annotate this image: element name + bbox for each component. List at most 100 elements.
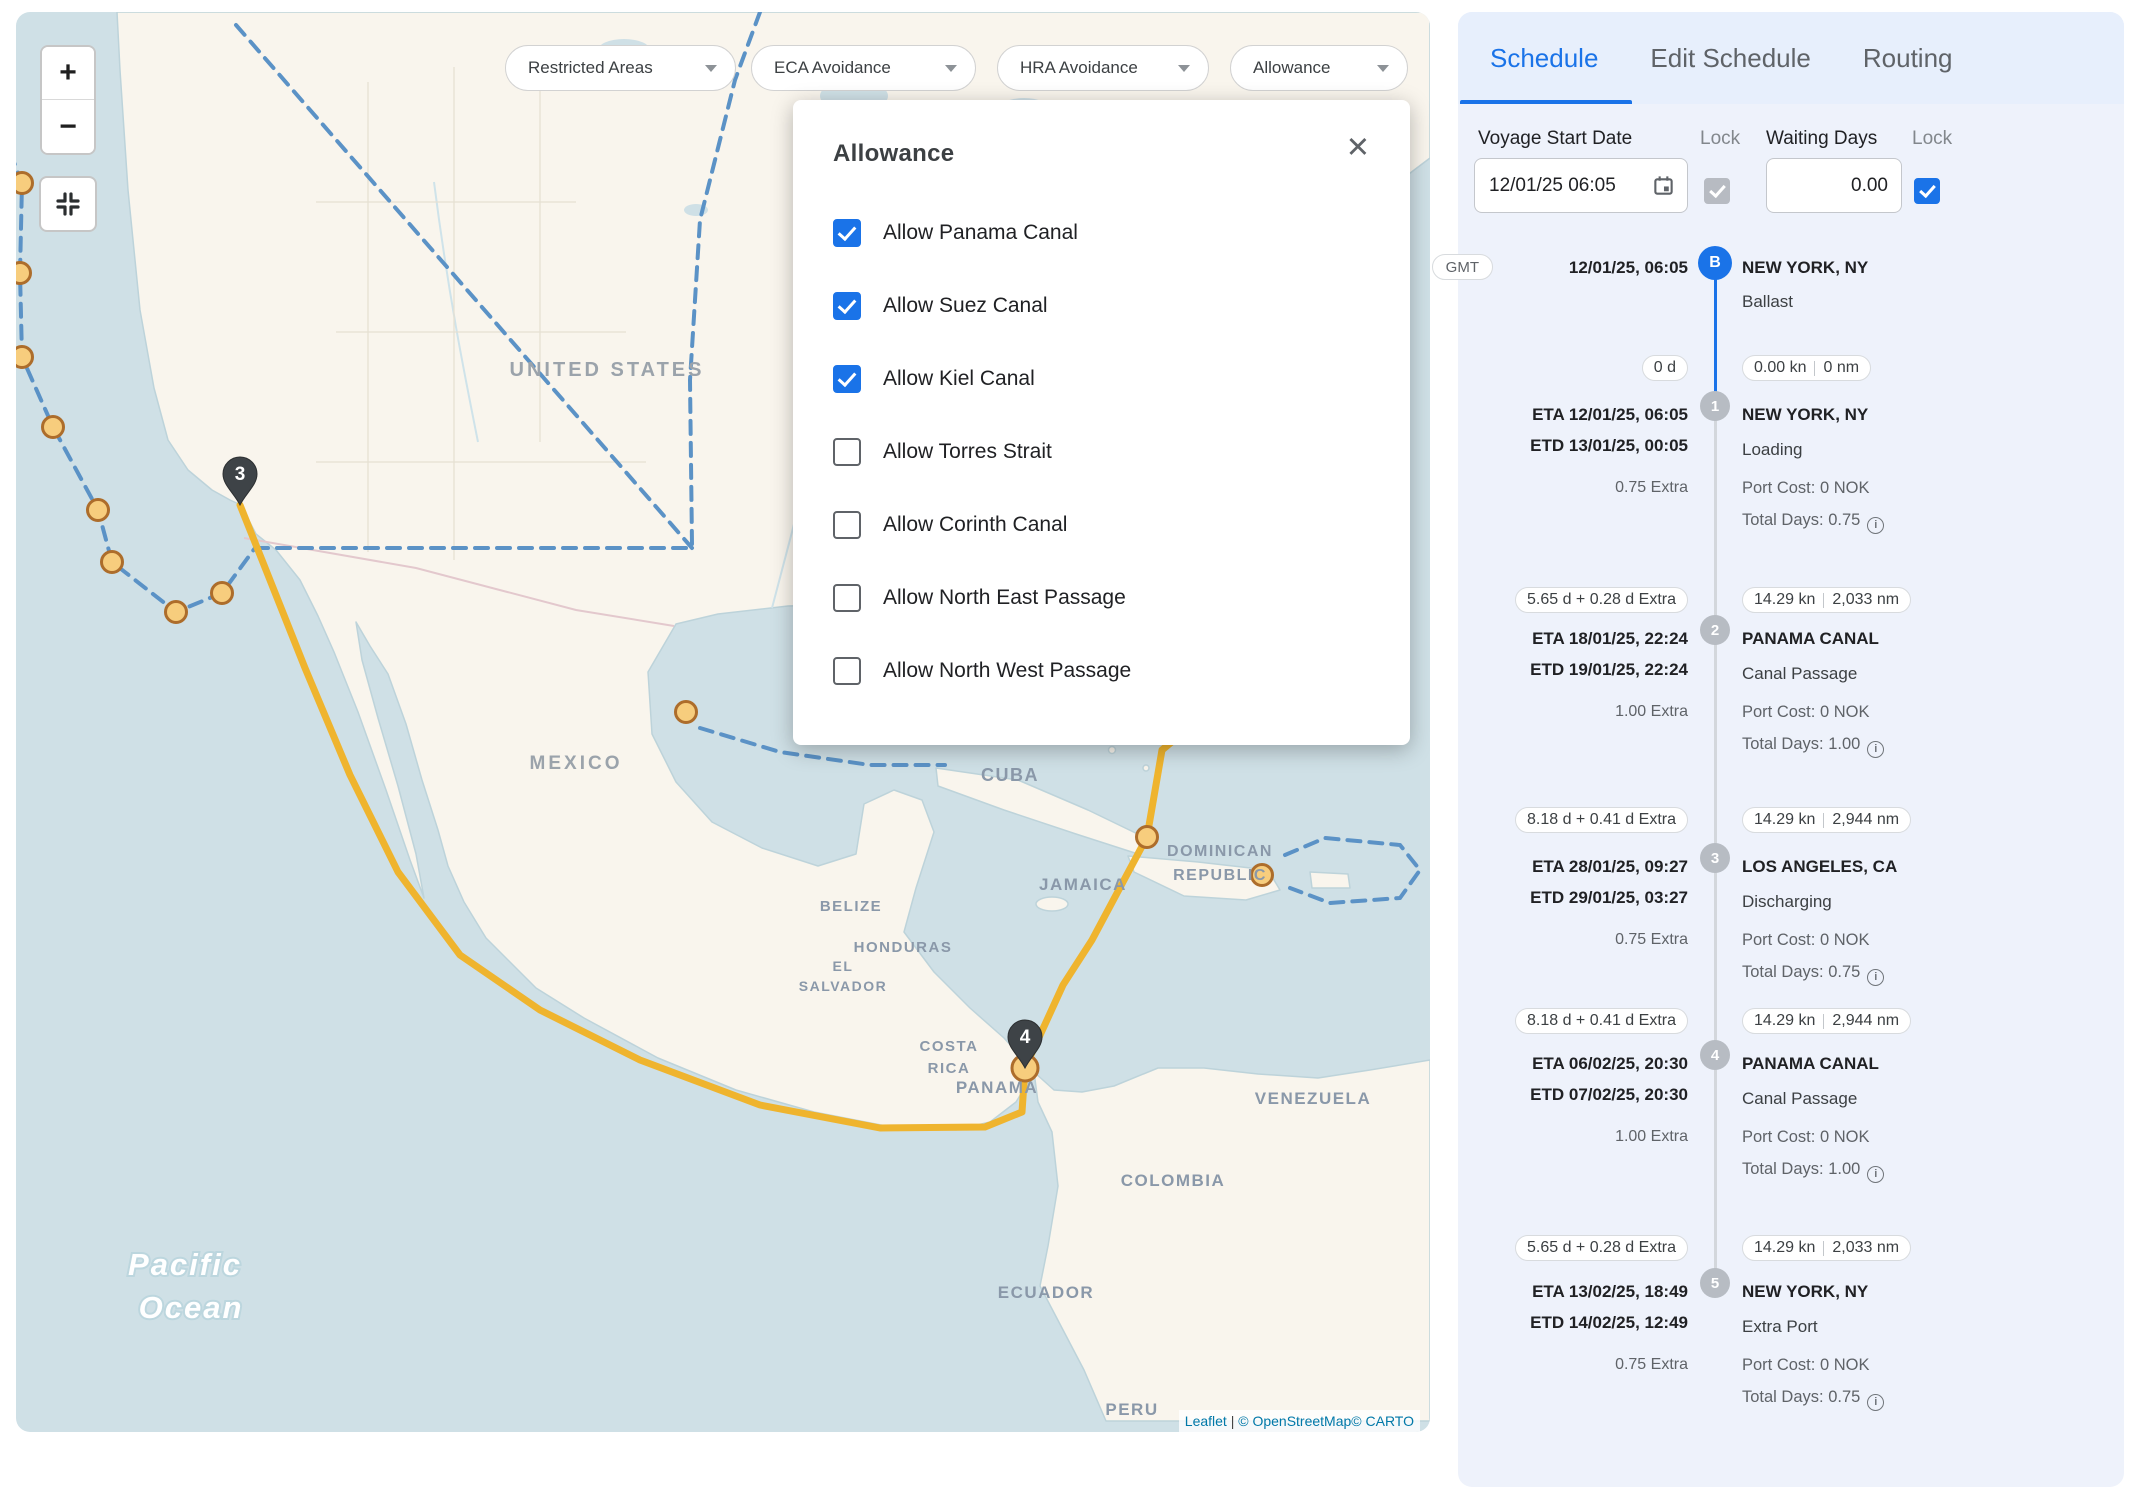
stop-eta: ETA 18/01/25, 22:24 xyxy=(1474,628,1688,650)
svg-text:Pacific: Pacific xyxy=(128,1247,242,1282)
leg-distance: 0 nm xyxy=(1823,359,1859,377)
badge-divider xyxy=(1823,593,1824,608)
timeline-marker[interactable]: 4 xyxy=(1700,1040,1730,1070)
zoom-in-button[interactable]: + xyxy=(42,47,94,100)
timeline-marker[interactable]: 2 xyxy=(1700,615,1730,645)
leaflet-link[interactable]: Leaflet xyxy=(1185,1413,1227,1429)
voyage-start-date-value: 12/01/25 06:05 xyxy=(1489,175,1616,197)
stop-eta: ETA 13/02/25, 18:49 xyxy=(1474,1281,1688,1303)
checkbox-label: Allow Panama Canal xyxy=(883,221,1078,245)
leg-duration-badge: 5.65 d + 0.28 d Extra xyxy=(1515,587,1688,613)
info-icon[interactable]: i xyxy=(1867,741,1884,758)
timeline-marker[interactable]: 1 xyxy=(1700,391,1730,421)
svg-text:HONDURAS: HONDURAS xyxy=(854,939,953,956)
timeline-marker[interactable]: 3 xyxy=(1700,843,1730,873)
timeline-marker-b[interactable]: B xyxy=(1698,246,1732,280)
svg-text:EL: EL xyxy=(833,958,854,974)
option-allow-torres-strait[interactable]: Allow Torres Strait xyxy=(833,415,1366,488)
info-icon[interactable]: i xyxy=(1867,969,1884,986)
leg-duration-badge: 8.18 d + 0.41 d Extra xyxy=(1515,807,1688,833)
filter-allowance[interactable]: Allowance xyxy=(1230,45,1408,91)
svg-text:VENEZUELA: VENEZUELA xyxy=(1255,1089,1371,1108)
option-allow-panama-canal[interactable]: Allow Panama Canal xyxy=(833,196,1366,269)
timeline-leg: 5.65 d + 0.28 d Extra 14.29 kn2,033 nm xyxy=(1474,1235,2114,1263)
checkbox[interactable] xyxy=(833,511,861,539)
svg-text:UNITED STATES: UNITED STATES xyxy=(510,359,705,381)
tab-schedule[interactable]: Schedule xyxy=(1490,43,1598,74)
collapse-corners-icon xyxy=(55,191,81,217)
svg-text:MEXICO: MEXICO xyxy=(530,753,623,774)
checkbox-label: Allow Corinth Canal xyxy=(883,513,1067,537)
timeline-marker[interactable]: 5 xyxy=(1700,1268,1730,1298)
timeline-leg: 8.18 d + 0.41 d Extra 14.29 kn2,944 nm xyxy=(1474,807,2114,835)
waiting-days-value: 0.00 xyxy=(1851,175,1888,197)
checkbox[interactable] xyxy=(833,365,861,393)
badge-divider xyxy=(1823,1014,1824,1029)
waiting-days-input[interactable]: 0.00 xyxy=(1766,158,1902,213)
stop-etd: ETD 07/02/25, 20:30 xyxy=(1474,1084,1688,1106)
svg-text:ECUADOR: ECUADOR xyxy=(998,1283,1094,1302)
voyage-lock-checkbox[interactable] xyxy=(1704,178,1730,204)
calendar-icon[interactable] xyxy=(1652,174,1675,197)
panel-tabs: Schedule Edit Schedule Routing xyxy=(1458,12,2124,104)
checkbox[interactable] xyxy=(833,438,861,466)
svg-text:3: 3 xyxy=(235,464,246,485)
attribution-separator: | xyxy=(1227,1413,1238,1429)
leg-distance: 2,944 nm xyxy=(1832,811,1899,829)
timeline-stop-2[interactable]: ETA 18/01/25, 22:24 ETD 19/01/25, 22:24 … xyxy=(1474,615,2114,765)
leg-distance: 2,033 nm xyxy=(1832,1239,1899,1257)
checkbox-label: Allow Suez Canal xyxy=(883,294,1048,318)
leg-speed-distance-badge: 14.29 kn2,033 nm xyxy=(1742,1235,1911,1261)
waiting-lock-label: Lock xyxy=(1912,128,1952,150)
voyage-start-date-input[interactable]: 12/01/25 06:05 xyxy=(1474,158,1688,213)
map-zoom-control: + − xyxy=(40,45,96,155)
voyage-lock-label: Lock xyxy=(1700,128,1740,150)
leg-speed-distance-badge: 14.29 kn2,033 nm xyxy=(1742,587,1911,613)
map-attribution: Leaflet | © OpenStreetMap© CARTO xyxy=(1179,1410,1420,1432)
stop-extra-days: 1.00 Extra xyxy=(1474,701,1688,723)
stop-etd: ETD 13/01/25, 00:05 xyxy=(1474,435,1688,457)
option-allow-corinth-canal[interactable]: Allow Corinth Canal xyxy=(833,488,1366,561)
timeline-stop-1[interactable]: ETA 12/01/25, 06:05 ETD 13/01/25, 00:05 … xyxy=(1474,391,2114,541)
timeline-stop-4[interactable]: ETA 06/02/25, 20:30 ETD 07/02/25, 20:30 … xyxy=(1474,1040,2114,1190)
carto-link[interactable]: © CARTO xyxy=(1351,1413,1414,1429)
checkbox-label: Allow North East Passage xyxy=(883,586,1126,610)
waiting-lock-checkbox[interactable] xyxy=(1914,178,1940,204)
chevron-down-icon xyxy=(1377,65,1389,72)
filter-restricted-areas[interactable]: Restricted Areas xyxy=(505,45,736,91)
stop-etd: ETD 19/01/25, 22:24 xyxy=(1474,659,1688,681)
tab-edit-schedule[interactable]: Edit Schedule xyxy=(1650,43,1810,74)
info-icon[interactable]: i xyxy=(1867,1166,1884,1183)
timeline-stop-5[interactable]: ETA 13/02/25, 18:49 ETD 14/02/25, 12:49 … xyxy=(1474,1268,2114,1418)
info-icon[interactable]: i xyxy=(1867,1394,1884,1411)
badge-divider xyxy=(1814,361,1815,376)
openstreetmap-link[interactable]: © OpenStreetMap xyxy=(1238,1413,1351,1429)
checkbox[interactable] xyxy=(833,584,861,612)
option-allow-suez-canal[interactable]: Allow Suez Canal xyxy=(833,269,1366,342)
badge-divider xyxy=(1823,813,1824,828)
chevron-down-icon xyxy=(945,65,957,72)
zoom-out-button[interactable]: − xyxy=(42,100,94,153)
svg-text:REPUBLIC: REPUBLIC xyxy=(1173,867,1267,884)
checkbox[interactable] xyxy=(833,219,861,247)
voyage-start-date-label: Voyage Start Date xyxy=(1478,128,1632,150)
option-allow-north-east-passage[interactable]: Allow North East Passage xyxy=(833,561,1366,634)
tab-routing[interactable]: Routing xyxy=(1863,43,1953,74)
fit-bounds-button[interactable] xyxy=(39,176,97,232)
timeline-stop-3[interactable]: ETA 28/01/25, 09:27 ETD 29/01/25, 03:27 … xyxy=(1474,843,2114,993)
filter-hra-avoidance[interactable]: HRA Avoidance xyxy=(997,45,1209,91)
leg-speed-distance-badge: 0.00 kn0 nm xyxy=(1742,355,1871,381)
filter-eca-avoidance[interactable]: ECA Avoidance xyxy=(751,45,976,91)
option-allow-north-west-passage[interactable]: Allow North West Passage xyxy=(833,634,1366,707)
checkbox[interactable] xyxy=(833,292,861,320)
app: UNITED STATES MEXICO CUBA JAMAICA DOMINI… xyxy=(0,0,2132,1500)
svg-text:JAMAICA: JAMAICA xyxy=(1039,875,1127,894)
close-icon[interactable]: ✕ xyxy=(1346,134,1370,163)
checkbox[interactable] xyxy=(833,657,861,685)
option-allow-kiel-canal[interactable]: Allow Kiel Canal xyxy=(833,342,1366,415)
active-tab-indicator xyxy=(1460,100,1632,104)
svg-text:COLOMBIA: COLOMBIA xyxy=(1121,1171,1226,1190)
timeline-origin: GMT 12/01/25, 06:05 B NEW YORK, NY Balla… xyxy=(1474,246,2114,356)
info-icon[interactable]: i xyxy=(1867,517,1884,534)
map-canvas[interactable]: UNITED STATES MEXICO CUBA JAMAICA DOMINI… xyxy=(16,12,1430,1432)
